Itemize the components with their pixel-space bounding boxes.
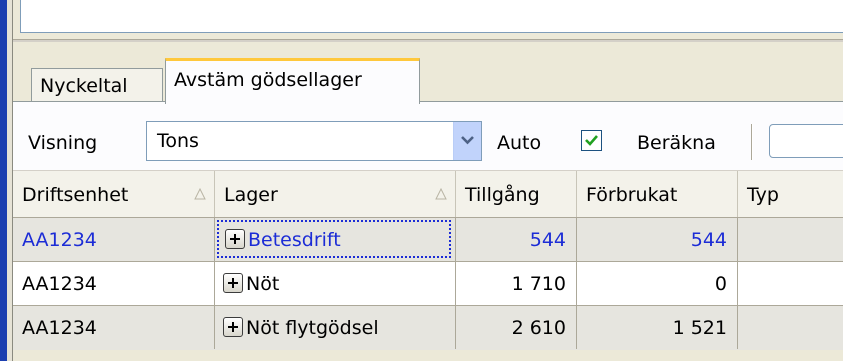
sort-icon: [194, 188, 206, 200]
visning-select-value: Tons: [157, 130, 199, 152]
lager-name: Betesdrift: [248, 229, 341, 251]
checkmark-icon: [585, 135, 598, 146]
column-header-tillgang[interactable]: Tillgång: [456, 171, 577, 217]
tab-label: Nyckeltal: [40, 75, 128, 97]
cell-driftsenhet[interactable]: AA1234: [13, 218, 215, 261]
cell-forbrukat[interactable]: 544: [577, 218, 738, 261]
top-panel: [20, 0, 843, 33]
table-row[interactable]: AA1234 Nöt 1 710 0: [13, 262, 843, 306]
column-header-label: Typ: [747, 184, 779, 206]
cell-lager[interactable]: Nöt: [215, 262, 456, 305]
panel-divider: [13, 39, 843, 42]
tab-nyckeltal[interactable]: Nyckeltal: [31, 68, 163, 102]
column-header-driftsenhet[interactable]: Driftsenhet: [13, 171, 215, 217]
cell-lager[interactable]: Nöt flytgödsel: [215, 306, 456, 349]
toolbar-input[interactable]: [769, 124, 843, 158]
cell-typ[interactable]: [738, 306, 843, 349]
grid-header: Driftsenhet Lager Tillgång Förbrukat Typ: [13, 170, 843, 218]
column-header-lager[interactable]: Lager: [215, 171, 456, 217]
cell-tillgang[interactable]: 2 610: [456, 306, 577, 349]
toolbar: Visning Tons Auto Beräkna: [13, 102, 843, 170]
dropdown-button[interactable]: [453, 122, 481, 160]
cell-driftsenhet[interactable]: AA1234: [13, 306, 215, 349]
cell-tillgang[interactable]: 1 710: [456, 262, 577, 305]
column-header-typ[interactable]: Typ: [738, 171, 843, 217]
table-row[interactable]: AA1234 Nöt flytgödsel 2 610 1 521: [13, 306, 843, 350]
auto-label: Auto: [497, 132, 542, 154]
visning-select[interactable]: Tons: [146, 121, 482, 161]
toolbar-separator: [751, 124, 753, 160]
column-header-forbrukat[interactable]: Förbrukat: [577, 171, 738, 217]
cell-forbrukat[interactable]: 0: [577, 262, 738, 305]
chevron-down-icon: [461, 136, 474, 145]
cell-lager[interactable]: Betesdrift: [215, 218, 456, 261]
tab-avstam-godsellager[interactable]: Avstäm gödsellager: [165, 58, 420, 104]
cell-typ[interactable]: [738, 262, 843, 305]
lager-name: Nöt flytgödsel: [246, 317, 379, 339]
cell-typ[interactable]: [738, 218, 843, 261]
visning-label: Visning: [28, 132, 98, 154]
table-row[interactable]: AA1234 Betesdrift 544 544: [13, 218, 843, 262]
auto-checkbox[interactable]: [581, 130, 602, 151]
tab-strip: Nyckeltal Avstäm gödsellager: [13, 58, 843, 104]
tab-label: Avstäm gödsellager: [174, 69, 362, 91]
column-header-label: Lager: [224, 184, 278, 206]
expand-plus-icon[interactable]: [225, 228, 245, 249]
column-header-label: Driftsenhet: [22, 184, 129, 206]
berakna-button[interactable]: Beräkna: [637, 123, 716, 163]
cell-driftsenhet[interactable]: AA1234: [13, 262, 215, 305]
window-left-border: [0, 0, 7, 361]
column-header-label: Tillgång: [465, 184, 540, 206]
expand-plus-icon[interactable]: [223, 316, 243, 337]
focus-cell[interactable]: Betesdrift: [217, 220, 451, 258]
cell-forbrukat[interactable]: 1 521: [577, 306, 738, 349]
expand-plus-icon[interactable]: [223, 272, 243, 293]
sort-icon: [435, 188, 447, 200]
lager-name: Nöt: [246, 273, 280, 295]
cell-tillgang[interactable]: 544: [456, 218, 577, 261]
column-header-label: Förbrukat: [586, 184, 678, 206]
